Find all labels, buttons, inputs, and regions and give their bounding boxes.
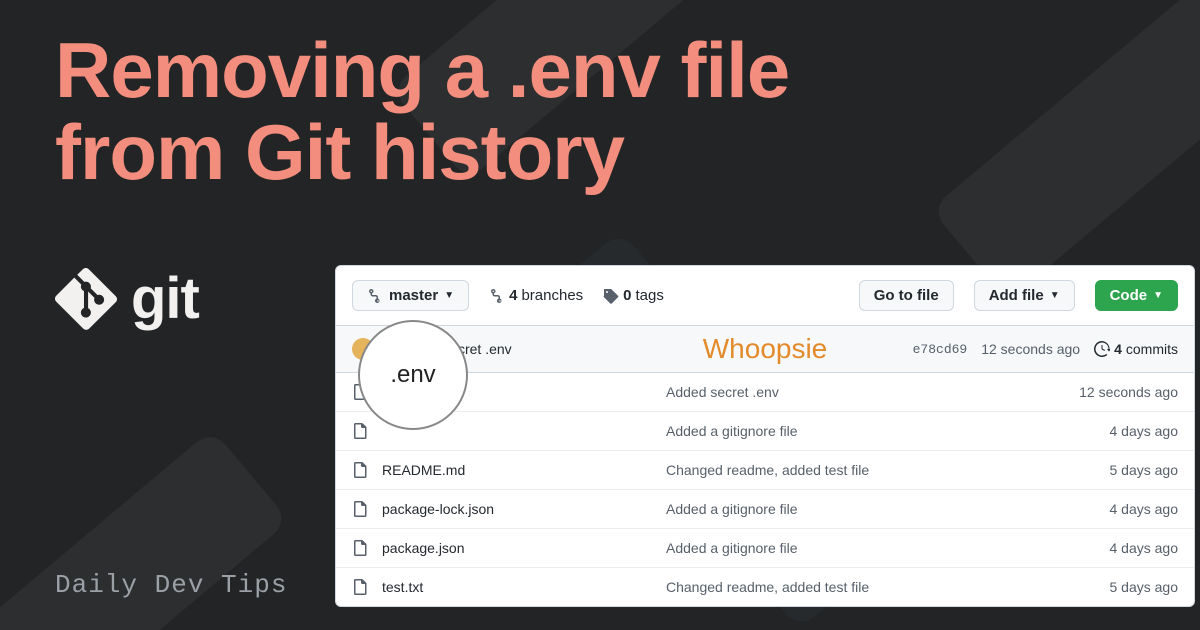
file-commit-msg[interactable]: Changed readme, added test file <box>666 462 1096 478</box>
title-line-2: from Git history <box>55 108 624 196</box>
file-name[interactable]: package.json <box>382 540 652 556</box>
file-icon <box>352 579 368 595</box>
file-time: 5 days ago <box>1110 462 1179 478</box>
file-time: 4 days ago <box>1110 423 1179 439</box>
commit-time: 12 seconds ago <box>981 341 1080 357</box>
file-commit-msg[interactable]: Changed readme, added test file <box>666 579 1096 595</box>
magnifier-text: .env <box>390 361 435 389</box>
file-row[interactable]: test.txt Changed readme, added test file 5… <box>336 568 1194 606</box>
git-logo: git <box>55 265 199 332</box>
file-row[interactable]: README.md Changed readme, added test file… <box>336 451 1194 490</box>
footer-brand: Daily Dev Tips <box>55 570 287 600</box>
branch-icon <box>489 288 505 304</box>
file-icon <box>352 462 368 478</box>
page-title: Removing a .env file from Git history <box>55 30 789 194</box>
file-name[interactable]: test.txt <box>382 579 652 595</box>
file-commit-msg[interactable]: Added secret .env <box>666 384 1065 400</box>
file-commit-msg[interactable]: Added a gitignore file <box>666 501 1096 517</box>
file-icon <box>352 540 368 556</box>
history-icon <box>1094 341 1110 357</box>
goto-file-button[interactable]: Go to file <box>859 280 954 311</box>
file-commit-msg[interactable]: Added a gitignore file <box>666 423 1096 439</box>
caret-down-icon: ▼ <box>1050 290 1060 301</box>
file-name[interactable]: README.md <box>382 462 652 478</box>
file-icon <box>352 423 368 439</box>
whoopsie-label: Whoopsie <box>703 333 828 365</box>
file-list: Added secret .env 12 seconds ago Added a g… <box>336 373 1194 606</box>
tag-icon <box>603 288 619 304</box>
magnifier-callout: .env <box>358 320 468 430</box>
github-panel: master ▼ 4 branches 0 tags Go to file Ad… <box>335 265 1195 607</box>
caret-down-icon: ▼ <box>444 290 454 301</box>
file-name[interactable]: package-lock.json <box>382 501 652 517</box>
caret-down-icon: ▼ <box>1153 290 1163 301</box>
commits-link[interactable]: 4 commits <box>1094 341 1178 357</box>
tags-count[interactable]: 0 tags <box>603 287 664 304</box>
git-logo-text: git <box>131 265 199 332</box>
code-button[interactable]: Code ▼ <box>1095 280 1178 311</box>
file-time: 12 seconds ago <box>1079 384 1178 400</box>
title-line-1: Removing a .env file <box>55 26 789 114</box>
file-time: 4 days ago <box>1110 501 1179 517</box>
file-time: 4 days ago <box>1110 540 1179 556</box>
branch-name: master <box>389 287 438 304</box>
commit-sha[interactable]: e78cd69 <box>913 342 968 357</box>
file-row[interactable]: package.json Added a gitignore file 4 days… <box>336 529 1194 568</box>
file-commit-msg[interactable]: Added a gitignore file <box>666 540 1096 556</box>
file-icon <box>352 501 368 517</box>
file-row[interactable]: Added a gitignore file 4 days ago <box>336 412 1194 451</box>
panel-header: master ▼ 4 branches 0 tags Go to file Ad… <box>336 266 1194 325</box>
file-row[interactable]: package-lock.json Added a gitignore file 4… <box>336 490 1194 529</box>
add-file-button[interactable]: Add file ▼ <box>974 280 1075 311</box>
branches-count[interactable]: 4 branches <box>489 287 583 304</box>
branch-icon <box>367 288 383 304</box>
git-icon <box>55 268 117 330</box>
file-time: 5 days ago <box>1110 579 1179 595</box>
branch-selector[interactable]: master ▼ <box>352 280 469 311</box>
